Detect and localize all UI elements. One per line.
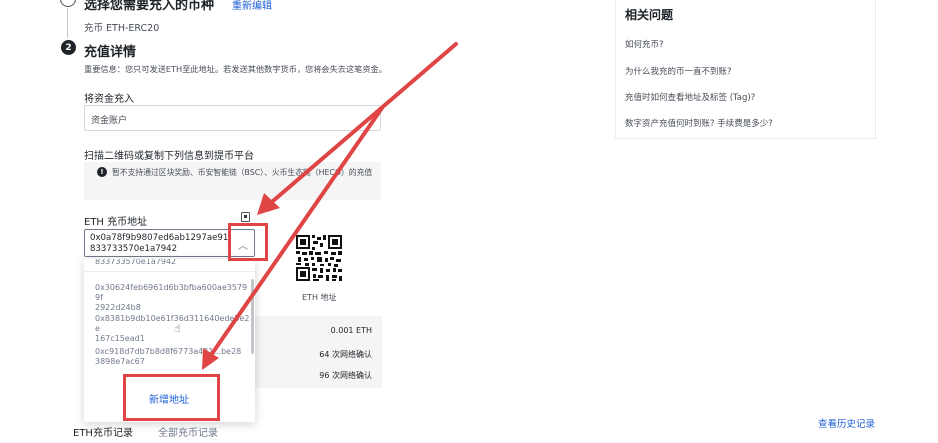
faq-link[interactable]: 数字资产充值何时到账? 手续费是多少? xyxy=(625,117,773,129)
important-notice: 重要信息：您只可发送ETH至此地址。若发送其他数字货币，您将会失去这笔资金。 xyxy=(84,64,387,74)
annotation-highlight-add xyxy=(123,374,220,421)
deposit-to-select[interactable]: 资金账户 xyxy=(84,105,381,131)
deposit-details-panel: 0.001 ETH 64 次网络确认 96 次网络确认 xyxy=(254,316,382,388)
scan-instruction: 扫描二维码或复制下列信息到提币平台 xyxy=(84,151,254,162)
address-option[interactable]: 0xc918d7db7b8d8f6773a421...be28 3898e7ac… xyxy=(95,347,250,367)
address-label: ETH 充币地址 xyxy=(84,217,148,228)
unlock-confirm-value: 96 次网络确认 xyxy=(319,371,372,380)
address-option-line: 0x30624feb6961d6b3bfba600ae35799f xyxy=(95,283,248,302)
address-option[interactable]: 0x30624feb6961d6b3bfba600ae35799f 2922d2… xyxy=(95,283,250,313)
faq-link[interactable]: 充值时如何查看地址及标签 (Tag)? xyxy=(625,91,755,103)
deposit-to-value: 资金账户 xyxy=(91,116,128,126)
address-line-2: 833733570e1a7942 xyxy=(90,244,178,254)
step-2-indicator: 2 xyxy=(61,40,76,55)
hand-cursor-icon: ☝ xyxy=(174,322,181,335)
qr-code xyxy=(296,235,342,281)
address-option[interactable]: 0x8381b9db10e61f36d311640ede5e2e 167c15e… xyxy=(95,314,250,344)
address-option-line: 167c15ead1 xyxy=(95,334,145,343)
copy-icon[interactable]: ▪ xyxy=(241,212,250,222)
divider xyxy=(84,271,255,272)
faq-link[interactable]: 为什么我充的币一直不到账? xyxy=(625,65,732,77)
faq-link[interactable]: 如何充币? xyxy=(625,38,664,50)
address-option-partial[interactable]: 833733570e1a7942 xyxy=(95,259,250,267)
warning-text: 暂不支持通过区块奖励、币安智能链（BSC）、火币生态链（HECO）的充值 xyxy=(112,168,373,177)
min-deposit-value: 0.001 ETH xyxy=(330,326,372,335)
annotation-highlight-chevron xyxy=(228,223,268,261)
step-1-title: 选择您需要充入的币种 xyxy=(84,0,215,13)
info-icon: ! xyxy=(97,167,107,177)
warning-box: ! 暂不支持通过区块奖励、币安智能链（BSC）、火币生态链（HECO）的充值 xyxy=(84,162,381,200)
step-1-indicator xyxy=(60,0,76,7)
tab-eth-records[interactable]: ETH充币记录 xyxy=(73,424,133,439)
related-questions-card: 相关问题 如何充币? 为什么我充的币一直不到账? 充值时如何查看地址及标签 (T… xyxy=(615,0,876,139)
deposit-to-label: 将资金充入 xyxy=(84,94,134,105)
re-edit-link[interactable]: 重新编辑 xyxy=(232,0,272,12)
step-2-title: 充值详情 xyxy=(84,45,137,60)
tab-all-records[interactable]: 全部充币记录 xyxy=(158,424,218,439)
address-line-1: 0x0a78f9b9807ed6ab1297ae91 xyxy=(90,233,229,243)
related-title: 相关问题 xyxy=(625,8,674,22)
selected-coin: 充币 ETH-ERC20 xyxy=(84,23,160,34)
dropdown-scrollbar[interactable] xyxy=(251,279,254,354)
address-option-line: 0x8381b9db10e61f36d311640ede5e2e xyxy=(95,314,250,333)
address-option-line: 2922d24b8 xyxy=(95,303,141,312)
qr-caption: ETH 地址 xyxy=(302,293,337,302)
address-option-line: 0xc918d7db7b8d8f6773a421...be28 xyxy=(95,347,242,356)
step-connector-line xyxy=(67,8,68,38)
credit-confirm-value: 64 次网络确认 xyxy=(319,350,372,359)
history-link[interactable]: 查看历史记录 xyxy=(818,416,875,430)
address-option-line: 3898e7ac67 xyxy=(95,357,145,366)
